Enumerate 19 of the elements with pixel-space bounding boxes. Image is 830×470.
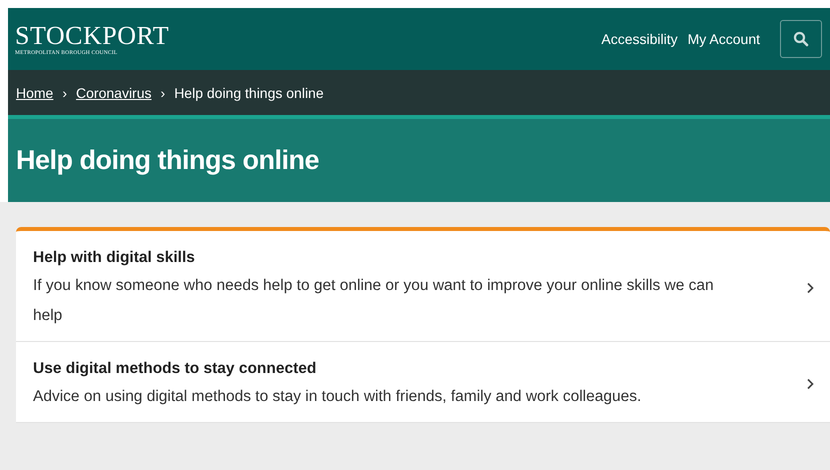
item-title: Use digital methods to stay connected (33, 359, 318, 379)
header-link[interactable]: Accessibility (601, 31, 678, 47)
search-button[interactable] (780, 20, 822, 58)
logo-title[interactable]: STOCKPORT (15, 22, 170, 48)
item-description: Advice on using digital methods to stay in touch with friends, family and work colleagues. (33, 387, 642, 407)
breadcrumb-link[interactable]: Coronavirus (76, 84, 152, 100)
search-icon (793, 31, 809, 47)
breadcrumb-separator: › (160, 84, 166, 100)
list-item[interactable]: Use digital methods to stay connected Advice on using digital methods to stay in touch with friends, family and work colleagues. (16, 342, 830, 423)
item-description: If you know someone who needs help to get online or you want to improve your online skills we can help (33, 276, 715, 326)
breadcrumb-separator: › (62, 84, 68, 100)
item-title: Help with digital skills (33, 248, 196, 268)
header-link[interactable]: My Account (688, 31, 760, 47)
chevron-icon (806, 378, 814, 390)
list-item[interactable]: Help with digital skills If you know someone who needs help to get online or you want to improve your online skills we can help (16, 231, 830, 342)
chevron-icon (806, 282, 814, 294)
breadcrumb-link[interactable]: Home (16, 84, 54, 100)
breadcrumb-current: Help doing things online (174, 84, 324, 100)
page-title: Help doing things online (16, 145, 319, 176)
